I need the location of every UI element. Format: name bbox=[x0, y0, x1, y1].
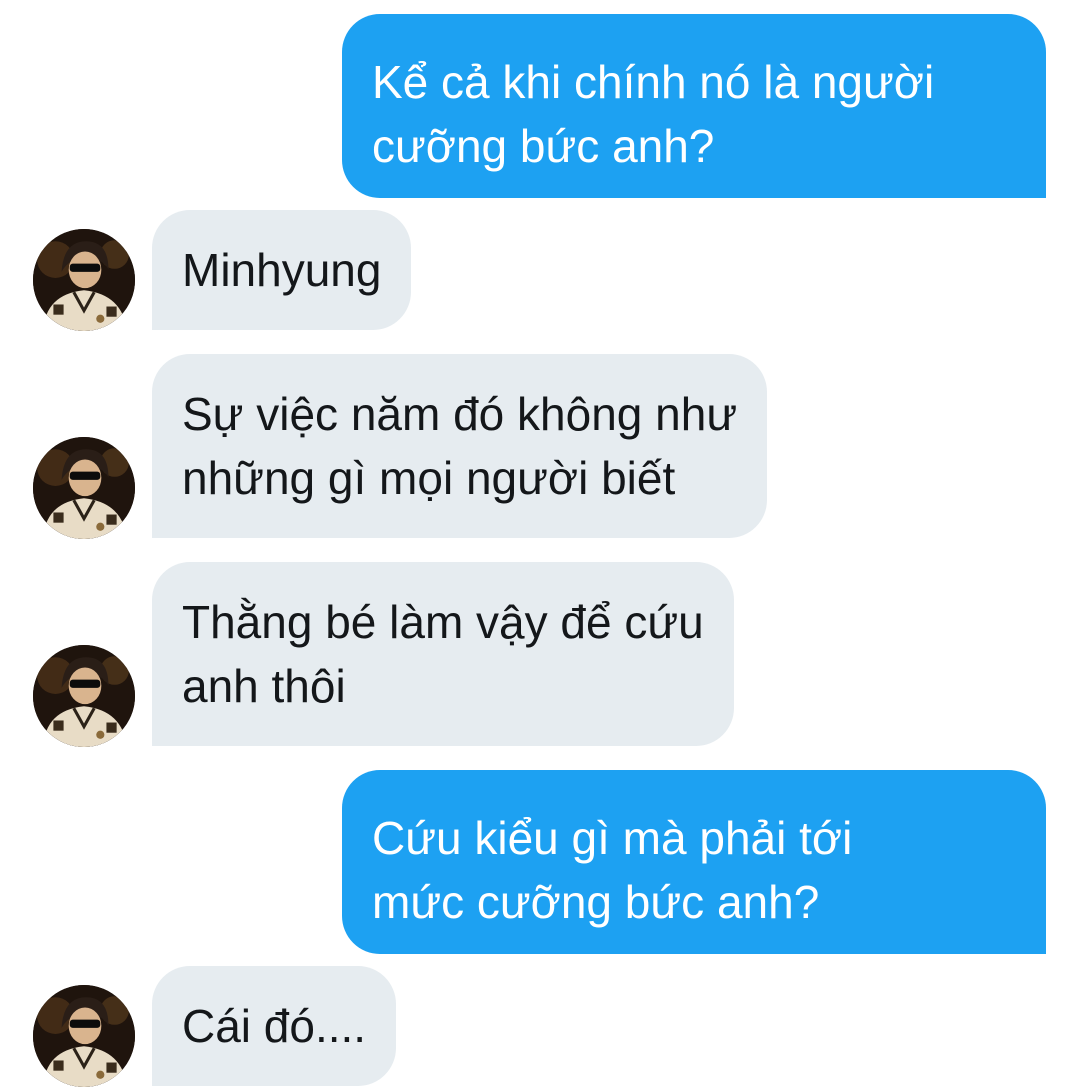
message-bubble-received[interactable]: Thằng bé làm vậy để cứu anh thôi bbox=[152, 562, 734, 746]
contact-avatar[interactable] bbox=[33, 985, 135, 1087]
contact-avatar[interactable] bbox=[33, 437, 135, 539]
contact-avatar[interactable] bbox=[33, 645, 135, 747]
message-bubble-received[interactable]: Minhyung bbox=[152, 210, 412, 330]
avatar-image bbox=[33, 437, 135, 539]
message-bubble-received[interactable]: Sự việc năm đó không như những gì mọi ng… bbox=[152, 354, 768, 538]
message-bubble-received[interactable]: Cái đó.... bbox=[152, 966, 397, 1086]
avatar-image bbox=[33, 985, 135, 1087]
contact-avatar[interactable] bbox=[33, 229, 135, 331]
avatar-image bbox=[33, 645, 135, 747]
message-bubble-sent[interactable]: Cứu kiểu gì mà phải tới mức cưỡng bức an… bbox=[342, 770, 1046, 954]
avatar-image bbox=[33, 229, 135, 331]
message-bubble-sent[interactable]: Kể cả khi chính nó là người cưỡng bức an… bbox=[342, 14, 1046, 198]
